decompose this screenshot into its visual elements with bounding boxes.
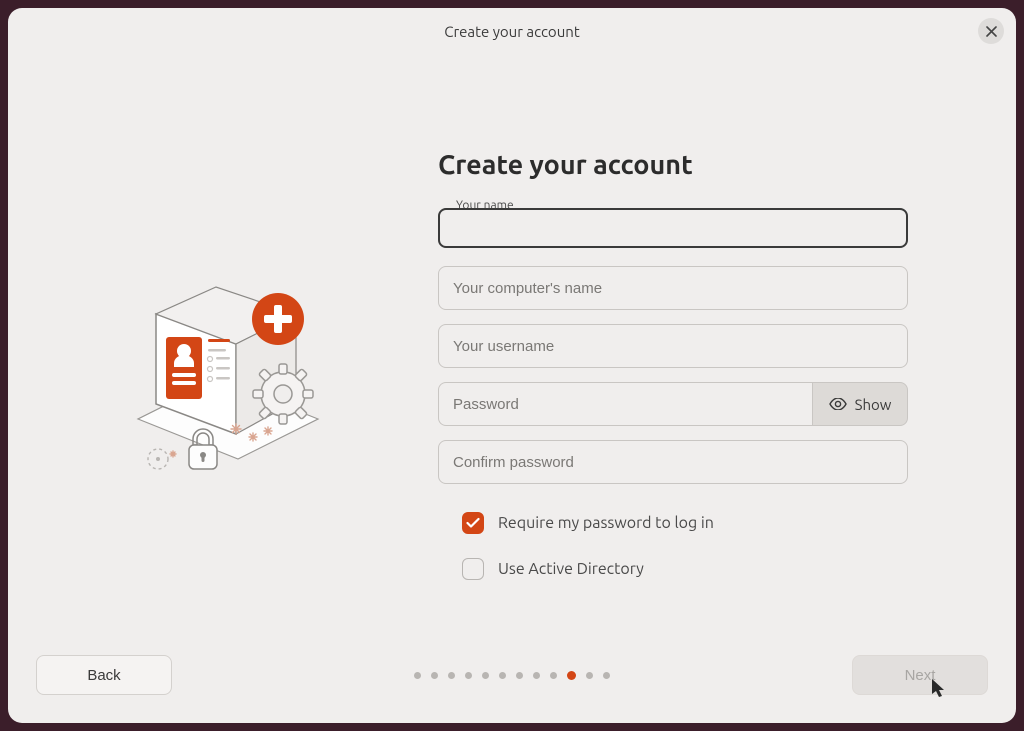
window-title: Create your account [444, 23, 579, 40]
progress-dot [550, 672, 557, 679]
progress-dot [586, 672, 593, 679]
progress-dots [414, 671, 610, 680]
progress-dot [603, 672, 610, 679]
progress-dot [431, 672, 438, 679]
next-button[interactable]: Next [852, 655, 988, 695]
back-button[interactable]: Back [36, 655, 172, 695]
eye-icon [829, 398, 847, 410]
show-password-label: Show [855, 396, 892, 413]
computer-name-field-wrap [438, 266, 908, 310]
active-directory-label: Use Active Directory [498, 560, 644, 578]
require-password-checkbox[interactable] [462, 512, 484, 534]
name-input[interactable] [438, 208, 908, 248]
active-directory-checkbox[interactable] [462, 558, 484, 580]
page-heading: Create your account [438, 150, 908, 180]
progress-dot [499, 672, 506, 679]
progress-dot [465, 672, 472, 679]
installer-window: Create your account [8, 8, 1016, 723]
progress-dot [567, 671, 576, 680]
content-area: Create your account Your name Show [8, 54, 1016, 643]
active-directory-row: Use Active Directory [462, 558, 908, 580]
password-row: Show [438, 382, 908, 426]
close-button[interactable] [978, 18, 1004, 44]
account-illustration [48, 104, 438, 643]
computer-name-input[interactable] [438, 266, 908, 310]
close-icon [986, 26, 997, 37]
show-password-button[interactable]: Show [812, 382, 908, 426]
progress-dot [414, 672, 421, 679]
password-input[interactable] [438, 382, 812, 426]
titlebar: Create your account [8, 8, 1016, 54]
progress-dot [482, 672, 489, 679]
account-form: Create your account Your name Show [438, 104, 908, 643]
require-password-row: Require my password to log in [462, 512, 908, 534]
username-field-wrap [438, 324, 908, 368]
username-input[interactable] [438, 324, 908, 368]
confirm-password-input[interactable] [438, 440, 908, 484]
confirm-password-field-wrap [438, 440, 908, 484]
footer: Back Next [8, 643, 1016, 723]
progress-dot [516, 672, 523, 679]
check-icon [466, 517, 480, 529]
progress-dot [533, 672, 540, 679]
require-password-label: Require my password to log in [498, 514, 714, 532]
name-field-wrap: Your name [438, 208, 908, 248]
account-illustration-svg [118, 259, 348, 489]
progress-dot [448, 672, 455, 679]
